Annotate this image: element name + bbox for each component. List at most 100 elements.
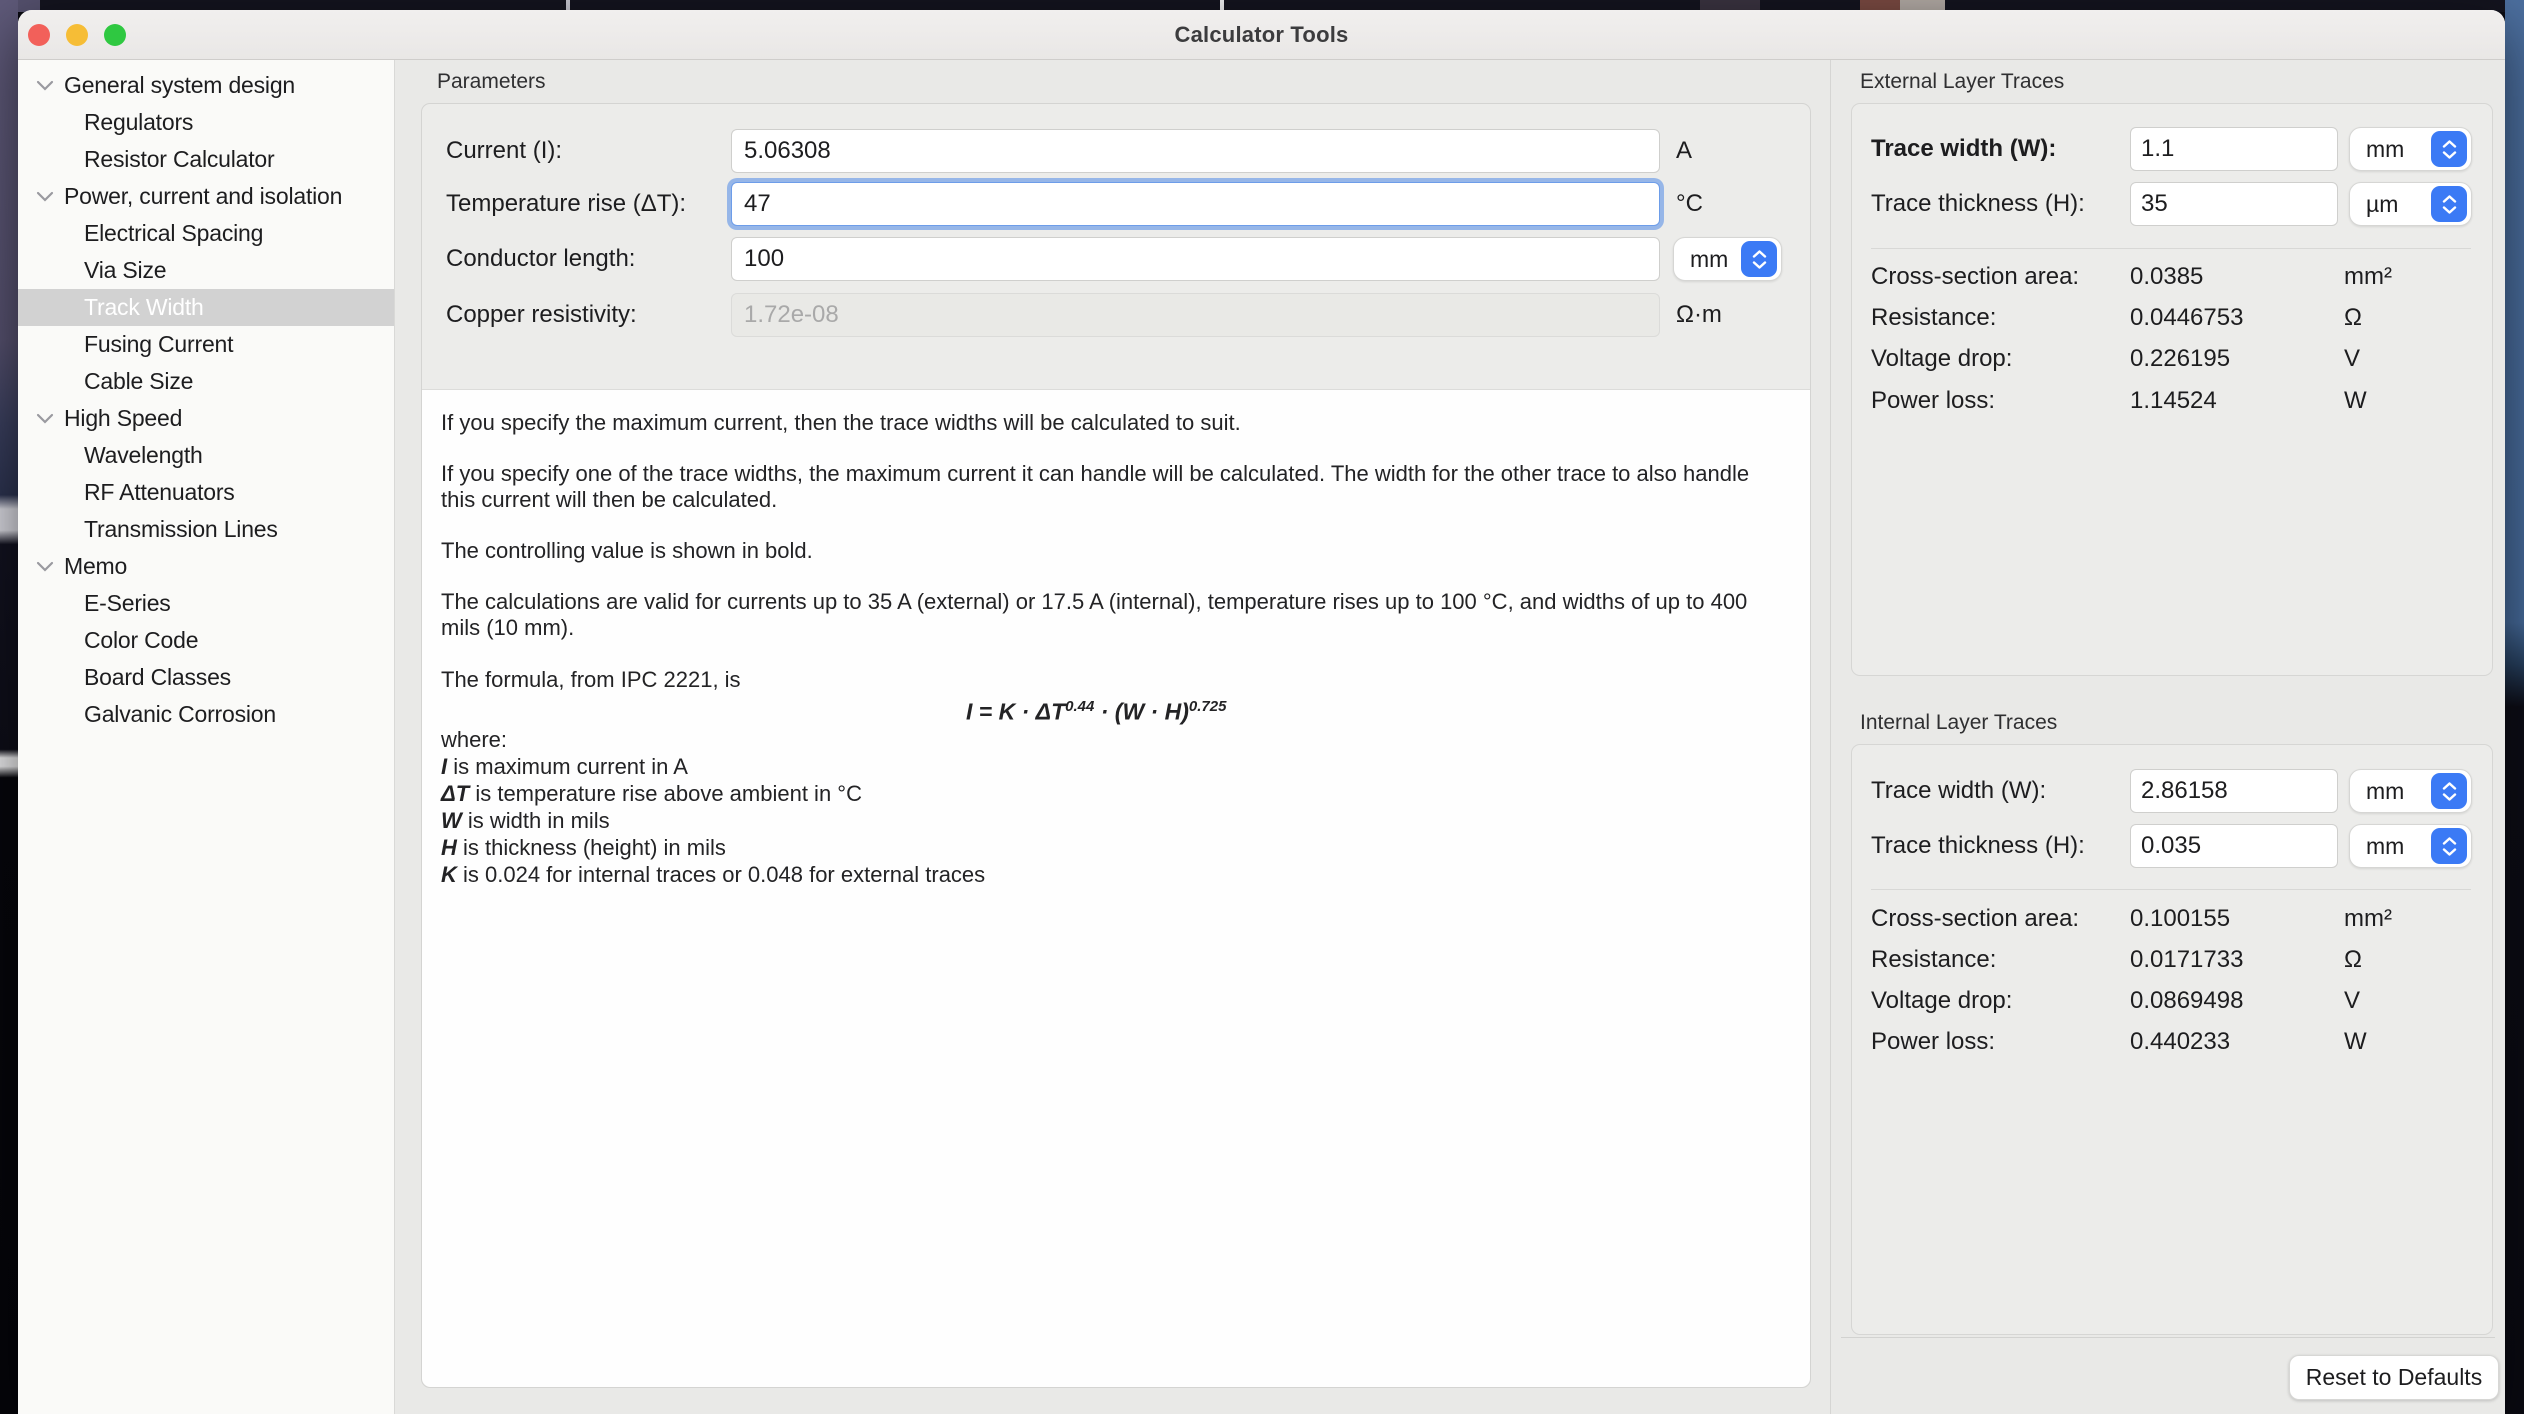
stepper-icon	[2431, 131, 2467, 167]
external-layer-traces-box: Trace width (W): mm Trace thickness (H):…	[1851, 103, 2493, 676]
internal-area-unit: mm²	[2344, 904, 2392, 934]
chevron-down-icon[interactable]	[34, 556, 56, 578]
unit-select-value: mm	[1690, 246, 1728, 273]
calculator-tools-window: Calculator Tools General system design R…	[18, 10, 2505, 1414]
external-trace-width-unit-select[interactable]: mm	[2349, 127, 2472, 171]
internal-trace-width-input[interactable]	[2130, 769, 2338, 813]
sidebar-item-label: Electrical Spacing	[84, 220, 263, 247]
sidebar-item-label: Regulators	[84, 109, 193, 136]
zoom-window-button[interactable]	[104, 24, 126, 46]
external-trace-width-input[interactable]	[2130, 127, 2338, 171]
current-input[interactable]	[731, 129, 1660, 173]
formula-part: · (W · H)	[1094, 699, 1189, 725]
help-paragraph: If you specify one of the trace widths, …	[441, 461, 1776, 513]
sidebar-item-via-size[interactable]: Via Size	[18, 252, 394, 289]
internal-layer-traces-box: Trace width (W): mm Trace thickness (H):…	[1851, 744, 2493, 1335]
stepper-icon	[2431, 186, 2467, 222]
external-area-label: Cross-section area:	[1871, 262, 2079, 292]
internal-trace-thickness-label: Trace thickness (H):	[1871, 824, 2085, 868]
external-resistance-value: 0.0446753	[2130, 303, 2243, 333]
current-row: Current (I): A	[422, 129, 1810, 173]
external-resistance-unit: Ω	[2344, 303, 2362, 333]
internal-voltage-drop-label: Voltage drop:	[1871, 986, 2012, 1016]
unit-select-value: mm	[2366, 136, 2404, 163]
chevron-down-icon[interactable]	[34, 75, 56, 97]
desktop-left-strip	[0, 0, 18, 1414]
layer-traces-panel: External Layer Traces Trace width (W): m…	[1830, 60, 2505, 1414]
window-titlebar[interactable]: Calculator Tools	[18, 10, 2505, 60]
sidebar-item-label: E-Series	[84, 590, 171, 617]
internal-trace-thickness-unit-select[interactable]: mm	[2349, 824, 2472, 868]
where-line: H is thickness (height) in mils	[441, 834, 1780, 861]
internal-trace-width-unit-select[interactable]: mm	[2349, 769, 2472, 813]
sidebar-item-memo[interactable]: Memo	[18, 548, 394, 585]
sidebar-item-transmission-lines[interactable]: Transmission Lines	[18, 511, 394, 548]
sidebar-item-label: Color Code	[84, 627, 198, 654]
unit-select-value: µm	[2366, 191, 2398, 218]
track-width-help-panel: If you specify the maximum current, then…	[422, 389, 1810, 1387]
current-unit-label: A	[1676, 129, 1692, 173]
help-paragraph: The calculations are valid for currents …	[441, 589, 1776, 641]
sidebar-item-fusing-current[interactable]: Fusing Current	[18, 326, 394, 363]
sidebar-item-electrical-spacing[interactable]: Electrical Spacing	[18, 215, 394, 252]
reset-to-defaults-button[interactable]: Reset to Defaults	[2289, 1355, 2499, 1400]
sidebar-item-label: High Speed	[64, 405, 182, 432]
sidebar-item-power-current-isolation[interactable]: Power, current and isolation	[18, 178, 394, 215]
current-label: Current (I):	[446, 129, 562, 173]
copper-resistivity-row: Copper resistivity: Ω·m	[422, 293, 1810, 337]
internal-voltage-drop-value: 0.0869498	[2130, 986, 2243, 1016]
chevron-down-icon[interactable]	[34, 408, 56, 430]
calculator-tree-sidebar: General system design Regulators Resisto…	[18, 60, 395, 1414]
sidebar-item-general-system-design[interactable]: General system design	[18, 67, 394, 104]
sidebar-item-galvanic-corrosion[interactable]: Galvanic Corrosion	[18, 696, 394, 733]
where-line: K is 0.024 for internal traces or 0.048 …	[441, 861, 1780, 888]
sidebar-item-label: Fusing Current	[84, 331, 233, 358]
where-line: W is width in mils	[441, 807, 1780, 834]
stepper-icon	[1741, 241, 1777, 277]
internal-trace-thickness-input[interactable]	[2130, 824, 2338, 868]
external-voltage-drop-label: Voltage drop:	[1871, 344, 2012, 374]
external-voltage-drop-unit: V	[2344, 344, 2360, 374]
external-trace-thickness-input[interactable]	[2130, 182, 2338, 226]
sidebar-item-high-speed[interactable]: High Speed	[18, 400, 394, 437]
formula-exponent: 0.725	[1189, 698, 1227, 715]
conductor-length-unit-select[interactable]: mm	[1673, 237, 1782, 281]
sidebar-item-track-width[interactable]: Track Width	[18, 289, 394, 326]
where-symbol: K	[441, 862, 457, 887]
external-resistance-label: Resistance:	[1871, 303, 1996, 333]
close-window-button[interactable]	[28, 24, 50, 46]
sidebar-item-board-classes[interactable]: Board Classes	[18, 659, 394, 696]
where-text: is 0.024 for internal traces or 0.048 fo…	[457, 862, 985, 887]
external-area-value: 0.0385	[2130, 262, 2203, 292]
conductor-length-input[interactable]	[731, 237, 1660, 281]
sidebar-item-label: Transmission Lines	[84, 516, 278, 543]
internal-power-loss-value: 0.440233	[2130, 1027, 2230, 1057]
sidebar-item-resistor-calculator[interactable]: Resistor Calculator	[18, 141, 394, 178]
sidebar-item-label: General system design	[64, 72, 295, 99]
chevron-down-icon[interactable]	[34, 186, 56, 208]
sidebar-item-label: Wavelength	[84, 442, 203, 469]
sidebar-item-e-series[interactable]: E-Series	[18, 585, 394, 622]
internal-voltage-drop-unit: V	[2344, 986, 2360, 1016]
stepper-icon	[2431, 828, 2467, 864]
where-line: I is maximum current in A	[441, 753, 1780, 780]
sidebar-item-regulators[interactable]: Regulators	[18, 104, 394, 141]
temperature-rise-input[interactable]	[731, 182, 1660, 226]
internal-resistance-unit: Ω	[2344, 945, 2362, 975]
sidebar-item-cable-size[interactable]: Cable Size	[18, 363, 394, 400]
external-trace-width-label: Trace width (W):	[1871, 127, 2056, 171]
copper-resistivity-unit-label: Ω·m	[1676, 293, 1722, 337]
formula-exponent: 0.44	[1065, 698, 1094, 715]
internal-area-value: 0.100155	[2130, 904, 2230, 934]
where-line: ΔT is temperature rise above ambient in …	[441, 780, 1780, 807]
internal-trace-width-label: Trace width (W):	[1871, 769, 2046, 813]
sidebar-item-label: Track Width	[84, 294, 204, 321]
minimize-window-button[interactable]	[66, 24, 88, 46]
sidebar-item-color-code[interactable]: Color Code	[18, 622, 394, 659]
sidebar-item-rf-attenuators[interactable]: RF Attenuators	[18, 474, 394, 511]
sidebar-item-wavelength[interactable]: Wavelength	[18, 437, 394, 474]
external-trace-thickness-label: Trace thickness (H):	[1871, 182, 2085, 226]
where-symbol: W	[441, 808, 462, 833]
external-power-loss-value: 1.14524	[2130, 386, 2217, 416]
external-trace-thickness-unit-select[interactable]: µm	[2349, 182, 2472, 226]
